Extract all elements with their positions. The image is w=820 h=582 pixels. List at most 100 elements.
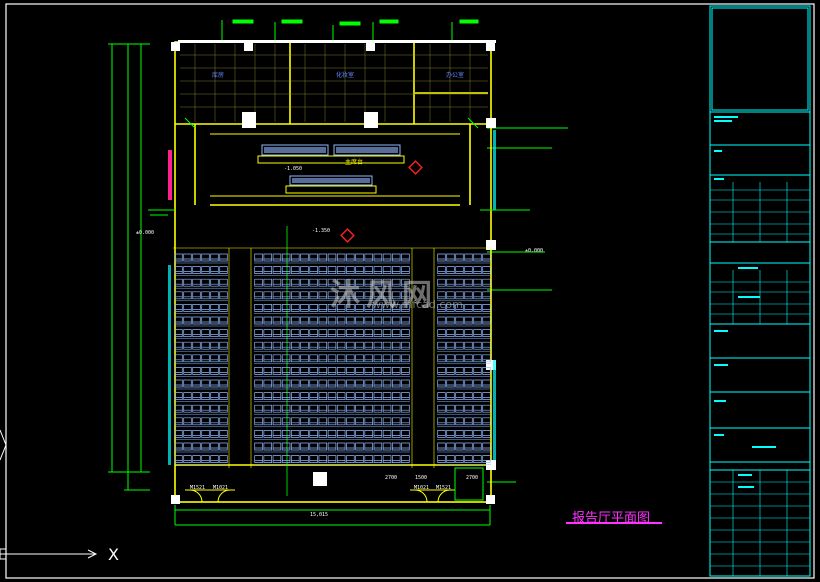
auditorium-seat <box>219 367 228 375</box>
auditorium-seat <box>300 392 309 400</box>
auditorium-seat <box>355 379 364 388</box>
auditorium-seat <box>482 392 491 400</box>
auditorium-seat <box>373 442 383 451</box>
span-dim-1: 2700 <box>385 475 398 481</box>
auditorium-seat <box>473 266 482 274</box>
auditorium-seat <box>355 392 364 400</box>
auditorium-seat <box>464 417 473 426</box>
auditorium-seat <box>318 455 328 463</box>
auditorium-seat <box>183 266 192 274</box>
auditorium-seat <box>327 329 337 337</box>
auditorium-seat <box>336 430 346 438</box>
auditorium-seat <box>174 266 183 274</box>
auditorium-seat <box>281 329 291 337</box>
auditorium-seat <box>254 379 263 388</box>
auditorium-seat <box>174 442 183 451</box>
auditorium-seat <box>455 329 464 337</box>
auditorium-seat <box>263 278 273 287</box>
auditorium-seat <box>281 392 291 400</box>
auditorium-seat <box>192 392 201 400</box>
auditorium-seat <box>473 304 482 312</box>
auditorium-seat <box>446 341 455 350</box>
auditorium-seat <box>327 341 337 350</box>
auditorium-seat <box>254 341 263 350</box>
auditorium-seat <box>482 253 491 262</box>
auditorium-seat <box>446 266 455 274</box>
auditorium-seat <box>364 392 373 400</box>
auditorium-seat <box>318 442 328 451</box>
auditorium-seat <box>327 455 337 463</box>
auditorium-seat <box>327 430 337 438</box>
auditorium-seat <box>254 316 263 325</box>
auditorium-seat <box>446 442 455 451</box>
auditorium-seat <box>300 417 309 426</box>
span-dim-2: 1500 <box>415 475 428 481</box>
auditorium-seat <box>210 430 219 438</box>
auditorium-seat <box>364 354 373 363</box>
auditorium-seat <box>263 304 273 312</box>
auditorium-seat <box>183 404 192 413</box>
auditorium-seat <box>391 253 401 262</box>
auditorium-seat <box>473 392 482 400</box>
auditorium-seat <box>346 455 355 463</box>
auditorium-seat <box>401 417 410 426</box>
auditorium-seat <box>327 442 337 451</box>
auditorium-seat <box>254 404 263 413</box>
auditorium-seat <box>192 341 201 350</box>
auditorium-seat <box>464 278 473 287</box>
auditorium-seat <box>219 354 228 363</box>
auditorium-seat <box>391 442 401 451</box>
auditorium-seat <box>482 417 491 426</box>
auditorium-seat <box>201 367 210 375</box>
auditorium-seat <box>201 430 210 438</box>
auditorium-seat <box>364 430 373 438</box>
auditorium-seat <box>183 417 192 426</box>
auditorium-seat <box>192 316 201 325</box>
auditorium-seat <box>401 341 410 350</box>
auditorium-seat <box>482 278 491 287</box>
auditorium-seat <box>272 304 282 312</box>
auditorium-seat <box>401 354 410 363</box>
auditorium-seat <box>336 392 346 400</box>
auditorium-seat <box>482 341 491 350</box>
auditorium-seat <box>183 278 192 287</box>
auditorium-seat <box>254 304 263 312</box>
auditorium-seat <box>210 341 219 350</box>
auditorium-seat <box>327 367 337 375</box>
auditorium-seat <box>291 417 300 426</box>
auditorium-seat <box>391 316 401 325</box>
auditorium-seat <box>455 379 464 388</box>
auditorium-seat <box>272 266 282 274</box>
auditorium-seat <box>309 430 318 438</box>
auditorium-seat <box>382 392 392 400</box>
auditorium-seat <box>373 253 383 262</box>
auditorium-seat <box>473 341 482 350</box>
auditorium-seat <box>336 417 346 426</box>
auditorium-seat <box>364 442 373 451</box>
auditorium-seat <box>382 341 392 350</box>
auditorium-seat <box>446 253 455 262</box>
auditorium-seat <box>291 404 300 413</box>
auditorium-seat <box>364 379 373 388</box>
auditorium-seat <box>183 291 192 300</box>
auditorium-seat <box>455 278 464 287</box>
auditorium-seat <box>291 329 300 337</box>
auditorium-seat <box>437 455 446 463</box>
auditorium-seat <box>192 278 201 287</box>
auditorium-seat <box>401 379 410 388</box>
auditorium-seat <box>373 379 383 388</box>
auditorium-seat <box>254 291 263 300</box>
auditorium-seat <box>318 266 328 274</box>
title-underline <box>566 522 662 524</box>
auditorium-seat <box>309 266 318 274</box>
auditorium-seat <box>183 379 192 388</box>
auditorium-seat <box>373 455 383 463</box>
auditorium-seat <box>281 266 291 274</box>
auditorium-seat <box>336 329 346 337</box>
auditorium-seat <box>219 316 228 325</box>
auditorium-seat <box>346 253 355 262</box>
auditorium-seat <box>174 455 183 463</box>
auditorium-seat <box>300 266 309 274</box>
auditorium-seat <box>291 392 300 400</box>
auditorium-seat <box>263 379 273 388</box>
